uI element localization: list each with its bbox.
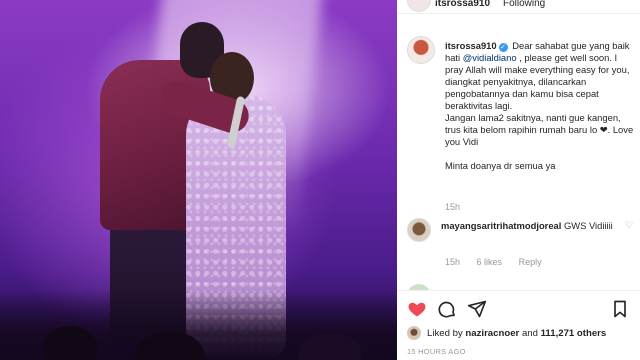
liker-username[interactable]: naziracnoer [465, 328, 519, 339]
action-bar [397, 290, 640, 324]
heart-icon[interactable] [407, 299, 427, 319]
header-username[interactable]: itsrossa910 [435, 0, 490, 9]
likes-connector: and [521, 328, 538, 339]
comment-username[interactable]: mayangsaritrihatmodjoreal [441, 220, 561, 231]
comment-reply-button[interactable]: Reply [519, 257, 542, 267]
comment-text: mayangsaritrihatmodjoreal GWS Vidiiiii [441, 220, 629, 232]
caption-line2-wrap: Jangan lama2 sakitnya, nanti gue kangen,… [445, 112, 635, 148]
caption-line3: Minta doanya dr semua ya [445, 160, 556, 171]
bookmark-icon[interactable] [610, 299, 630, 319]
verified-icon: ✓ [498, 43, 508, 52]
heart-emoji-icon: ❤ [599, 124, 608, 135]
post-photo[interactable] [0, 0, 397, 360]
share-icon[interactable] [467, 299, 487, 319]
author-avatar[interactable] [407, 36, 435, 64]
caption-mention[interactable]: @vidialdiano [463, 52, 517, 63]
comment-icon[interactable] [437, 299, 457, 319]
post-timestamp[interactable]: 15 HOURS AGO [407, 347, 466, 356]
likes-row: Liked by naziracnoer and 111,271 others [407, 326, 635, 342]
caption-username[interactable]: itsrossa910 [445, 40, 497, 51]
header-avatar[interactable] [407, 0, 431, 12]
caption-text: itsrossa910 ✓ Dear sahabat gue yang baik … [445, 40, 635, 172]
caption-line2: Jangan lama2 sakitnya, nanti gue kangen,… [445, 112, 621, 135]
post-sidebar: itsrossa910 ✓ Dear sahabat gue yang baik … [397, 14, 640, 360]
liker-avatar[interactable] [407, 326, 421, 340]
following-button[interactable]: Following [503, 0, 545, 9]
crowd-silhouettes [0, 290, 397, 360]
comment-like-icon[interactable]: ♡ [625, 220, 633, 231]
comment-time[interactable]: 15h [445, 257, 460, 267]
comment-likes[interactable]: 6 likes [477, 257, 503, 267]
caption-time[interactable]: 15h [445, 202, 460, 212]
likes-text: Liked by naziracnoer and 111,271 others [427, 328, 606, 339]
likes-count[interactable]: 111,271 others [541, 328, 607, 339]
comment-meta: 15h 6 likes Reply [445, 257, 556, 267]
post-header: itsrossa910 Following [397, 0, 640, 14]
comment-body: GWS Vidiiiii [563, 220, 613, 231]
likes-prefix: Liked by [427, 328, 463, 339]
comment-avatar[interactable] [407, 218, 431, 242]
